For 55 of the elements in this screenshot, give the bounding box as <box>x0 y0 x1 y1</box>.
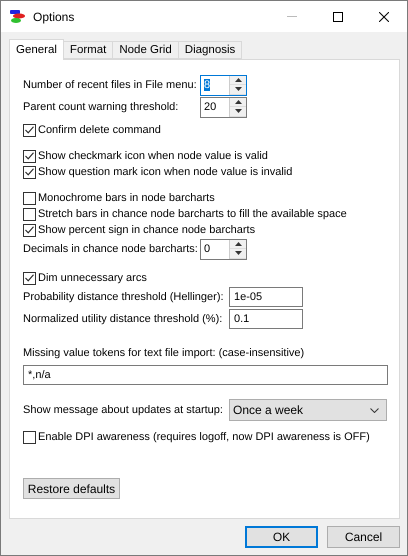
up-arrow-icon <box>234 78 242 82</box>
down-arrow-icon <box>234 251 242 256</box>
field-label: Decimals in chance node barcharts: <box>23 243 199 255</box>
app-logo-icon <box>10 10 26 24</box>
checkbox-label: Show question mark icon when node value is invalid <box>38 166 292 178</box>
checkbox-label: Monochrome bars in node barcharts <box>38 192 215 204</box>
spin-field[interactable]: 8 <box>200 74 247 96</box>
checkbox-label: Show checkmark icon when node value is valid <box>38 150 268 162</box>
checkbox[interactable] <box>23 192 36 204</box>
field-label: Missing value tokens for text file import: (case-insensitive) <box>23 347 304 359</box>
checkbox-label: Enable DPI awareness (requires logoff, now DPI awareness is OFF) <box>38 431 370 443</box>
checkbox-label: Confirm delete command <box>38 124 161 136</box>
field-label: Normalized utility distance threshold (%): <box>23 313 224 325</box>
down-arrow-icon <box>234 109 242 114</box>
tab[interactable]: Diagnosis <box>178 41 242 59</box>
field-label: Number of recent files in File menu: <box>23 79 198 91</box>
cancel-button[interactable]: Cancel <box>327 526 400 548</box>
spin-up-button[interactable] <box>230 98 246 107</box>
checkbox[interactable] <box>23 430 36 444</box>
maximize-icon <box>333 12 343 22</box>
checkbox[interactable] <box>23 150 36 162</box>
tab[interactable]: Node Grid <box>112 41 179 59</box>
checkbox-label: Show percent sign in chance node barcharts <box>38 224 256 236</box>
up-arrow-icon <box>234 100 242 104</box>
checkbox-label: Stretch bars in chance node barcharts to fill the available space <box>38 208 347 220</box>
checkbox[interactable] <box>23 272 36 284</box>
spin-down-button[interactable] <box>230 85 246 94</box>
checkbox[interactable] <box>23 166 36 178</box>
field-label: Show message about updates at startup: <box>23 404 224 416</box>
checkbox-label: Dim unnecessary arcs <box>38 272 147 284</box>
window-title: Options <box>33 10 74 24</box>
tab[interactable]: General <box>9 39 64 60</box>
input-field[interactable]: 0.1 <box>229 309 303 329</box>
spin-field[interactable]: 0 <box>200 238 247 260</box>
restore-defaults-button[interactable]: Restore defaults <box>23 478 120 499</box>
checkbox[interactable] <box>23 124 36 136</box>
chevron-down-icon <box>370 408 379 412</box>
checkbox[interactable] <box>23 224 36 236</box>
up-arrow-icon <box>234 242 242 246</box>
spin-up-button[interactable] <box>230 76 246 85</box>
spin-down-button[interactable] <box>230 107 246 116</box>
ok-button[interactable]: OK <box>245 526 318 548</box>
minimize-icon <box>287 16 297 17</box>
checkbox[interactable] <box>23 208 36 220</box>
close-icon <box>379 12 389 22</box>
down-arrow-icon <box>234 87 242 92</box>
dropdown[interactable]: Once a week <box>229 399 387 421</box>
tab[interactable]: Format <box>62 41 114 59</box>
spin-up-button[interactable] <box>230 240 246 249</box>
input-field[interactable]: 1e-05 <box>229 287 303 307</box>
field-label: Probability distance threshold (Hellinger): <box>23 291 225 303</box>
input-field[interactable]: *,n/a <box>23 365 388 385</box>
spin-down-button[interactable] <box>230 249 246 258</box>
spin-field[interactable]: 20 <box>200 96 247 118</box>
field-label: Parent count warning threshold: <box>23 101 180 113</box>
